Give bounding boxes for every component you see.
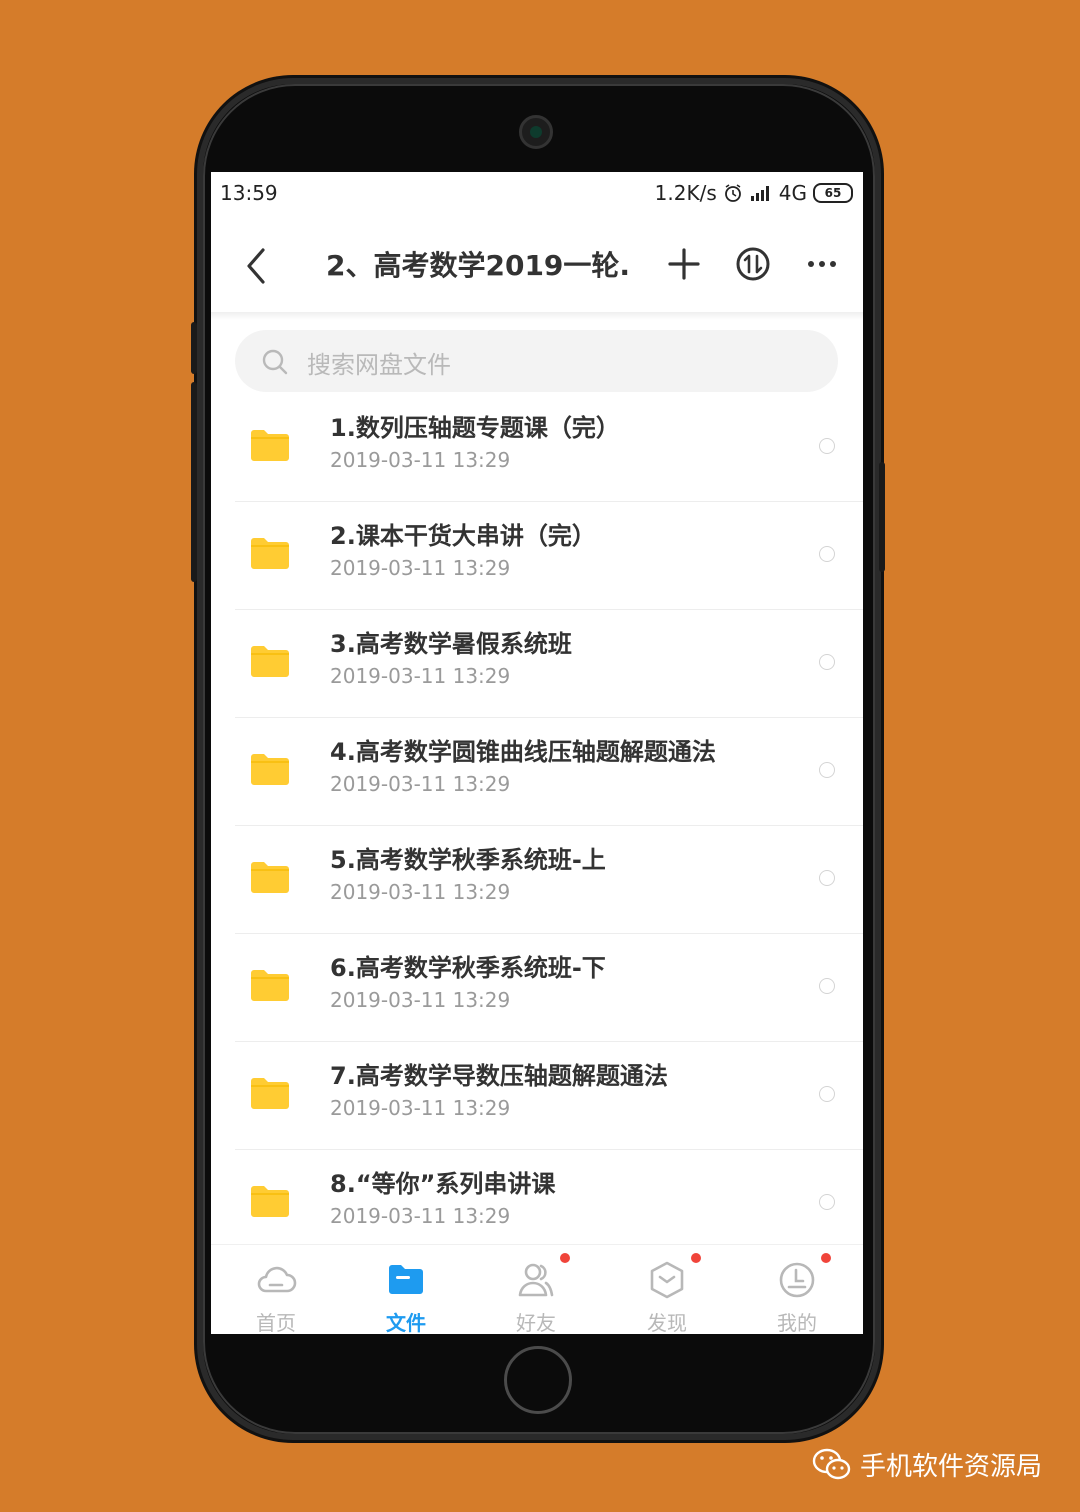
wechat-icon bbox=[812, 1448, 851, 1479]
friends-icon bbox=[518, 1263, 554, 1297]
select-checkbox[interactable] bbox=[819, 762, 835, 778]
profile-icon bbox=[779, 1262, 815, 1298]
file-date: 2019-03-11 13:29 bbox=[330, 880, 511, 904]
page-title: 2、高考数学2019一轮... bbox=[326, 249, 632, 282]
select-checkbox[interactable] bbox=[819, 870, 835, 886]
notification-dot bbox=[691, 1253, 701, 1263]
volume-button bbox=[191, 322, 197, 374]
select-checkbox[interactable] bbox=[819, 1194, 835, 1210]
select-checkbox[interactable] bbox=[819, 1086, 835, 1102]
search-placeholder: 搜索网盘文件 bbox=[307, 351, 451, 379]
folder-icon bbox=[251, 970, 289, 1001]
select-checkbox[interactable] bbox=[819, 654, 835, 670]
home-button[interactable] bbox=[504, 1346, 572, 1414]
tab-label-friends: 好友 bbox=[516, 1311, 556, 1334]
tab-label-files: 文件 bbox=[386, 1311, 426, 1334]
file-name: 4.高考数学圆锥曲线压轴题解题通法 bbox=[330, 738, 716, 766]
watermark: 手机软件资源局 bbox=[812, 1446, 1042, 1483]
file-name: 2.课本干货大串讲（完） bbox=[330, 522, 596, 550]
file-date: 2019-03-11 13:29 bbox=[330, 448, 511, 472]
tab-home[interactable]: 首页 bbox=[211, 1245, 341, 1334]
list-item[interactable]: 3.高考数学暑假系统班 2019-03-11 13:29 bbox=[211, 610, 863, 718]
file-list: 1.数列压轴题专题课（完） 2019-03-11 13:29 2.课本干货大串讲（完… bbox=[211, 394, 863, 1258]
file-date: 2019-03-11 13:29 bbox=[330, 772, 511, 796]
screen: 13:59 1.2K/s 4G 65 2、高考数学2019一轮... 搜索网盘文… bbox=[211, 172, 863, 1334]
tab-profile[interactable]: 我的 bbox=[732, 1245, 862, 1334]
watermark-text: 手机软件资源局 bbox=[860, 1452, 1043, 1482]
search-icon bbox=[262, 349, 288, 375]
folder-icon bbox=[251, 862, 289, 893]
list-item[interactable]: 5.高考数学秋季系统班-上 2019-03-11 13:29 bbox=[211, 826, 863, 934]
file-name: 8.“等你”系列串讲课 bbox=[330, 1170, 556, 1198]
folder-icon bbox=[251, 430, 289, 461]
folder-icon bbox=[251, 1078, 289, 1109]
front-camera bbox=[519, 115, 553, 149]
file-name: 7.高考数学导数压轴题解题通法 bbox=[330, 1062, 668, 1090]
search-input[interactable]: 搜索网盘文件 bbox=[235, 330, 838, 392]
list-item[interactable]: 8.“等你”系列串讲课 2019-03-11 13:29 bbox=[211, 1150, 863, 1258]
alarm-icon bbox=[724, 184, 741, 202]
file-name: 1.数列压轴题专题课（完） bbox=[330, 414, 620, 442]
list-item[interactable]: 2.课本干货大串讲（完） 2019-03-11 13:29 bbox=[211, 502, 863, 610]
network-type: 4G bbox=[778, 181, 807, 205]
file-date: 2019-03-11 13:29 bbox=[330, 988, 511, 1012]
notification-dot bbox=[821, 1253, 831, 1263]
status-indicators: 1.2K/s 4G 65 bbox=[655, 181, 853, 205]
transfer-icon[interactable] bbox=[733, 244, 773, 284]
file-date: 2019-03-11 13:29 bbox=[330, 664, 511, 688]
tab-files[interactable]: 文件 bbox=[341, 1245, 471, 1334]
battery-icon: 65 bbox=[813, 183, 853, 203]
file-date: 2019-03-11 13:29 bbox=[330, 1096, 511, 1120]
tab-label-home: 首页 bbox=[256, 1311, 296, 1334]
network-speed: 1.2K/s bbox=[654, 181, 717, 205]
tab-discover[interactable]: 发现 bbox=[602, 1245, 732, 1334]
status-bar: 13:59 1.2K/s 4G 65 bbox=[211, 172, 863, 216]
file-date: 2019-03-11 13:29 bbox=[330, 556, 511, 580]
select-checkbox[interactable] bbox=[819, 438, 835, 454]
folder-icon bbox=[251, 646, 289, 677]
notification-dot bbox=[560, 1253, 570, 1263]
more-icon[interactable] bbox=[802, 244, 842, 284]
tab-label-profile: 我的 bbox=[777, 1311, 817, 1334]
tab-friends[interactable]: 好友 bbox=[471, 1245, 601, 1334]
file-name: 3.高考数学暑假系统班 bbox=[330, 630, 572, 658]
folder-icon bbox=[251, 538, 289, 569]
list-item[interactable]: 4.高考数学圆锥曲线压轴题解题通法 2019-03-11 13:29 bbox=[211, 718, 863, 826]
list-item[interactable]: 6.高考数学秋季系统班-下 2019-03-11 13:29 bbox=[211, 934, 863, 1042]
cloud-icon bbox=[257, 1266, 297, 1293]
folder-icon bbox=[251, 1186, 289, 1217]
select-checkbox[interactable] bbox=[819, 546, 835, 562]
bottom-tab-bar: 首页 文件 好友 发现 我的 bbox=[211, 1244, 863, 1334]
header-shadow bbox=[211, 312, 863, 320]
list-item[interactable]: 1.数列压轴题专题课（完） 2019-03-11 13:29 bbox=[211, 394, 863, 502]
file-name: 6.高考数学秋季系统班-下 bbox=[330, 954, 606, 982]
add-icon[interactable] bbox=[664, 244, 704, 284]
status-time: 13:59 bbox=[220, 181, 278, 205]
power-button bbox=[879, 462, 885, 572]
folder-icon bbox=[251, 754, 289, 785]
title-bar: 2、高考数学2019一轮... bbox=[211, 216, 863, 312]
list-item[interactable]: 7.高考数学导数压轴题解题通法 2019-03-11 13:29 bbox=[211, 1042, 863, 1150]
back-arrow-icon[interactable] bbox=[241, 246, 269, 286]
folder-icon bbox=[389, 1265, 423, 1294]
file-name: 5.高考数学秋季系统班-上 bbox=[330, 846, 606, 874]
file-date: 2019-03-11 13:29 bbox=[330, 1204, 511, 1228]
signal-icon bbox=[750, 186, 769, 201]
side-rail bbox=[191, 382, 197, 582]
select-checkbox[interactable] bbox=[819, 978, 835, 994]
discover-icon bbox=[650, 1261, 684, 1299]
tab-label-discover: 发现 bbox=[647, 1311, 687, 1334]
